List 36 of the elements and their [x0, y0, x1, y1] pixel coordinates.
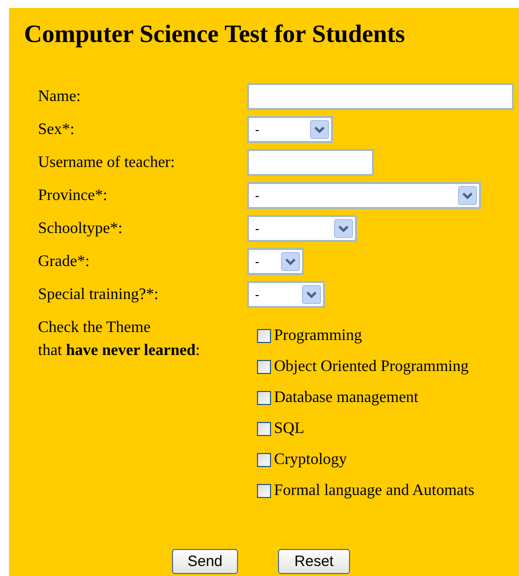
- text-field[interactable]: [247, 149, 374, 176]
- field-label: Special training?*:: [38, 286, 160, 304]
- theme-label: Check the Theme: [38, 318, 152, 338]
- checkbox[interactable]: [257, 360, 271, 374]
- field-label: Sex*:: [38, 120, 76, 138]
- checkbox[interactable]: [257, 329, 271, 343]
- form-button[interactable]: Reset: [278, 549, 350, 574]
- checkbox[interactable]: [257, 453, 271, 467]
- checkbox-label: Cryptology: [274, 450, 347, 470]
- theme-label: that have never learned:: [38, 341, 201, 361]
- dropdown[interactable]: -: [247, 248, 304, 275]
- form-button[interactable]: Send: [172, 549, 238, 574]
- checkbox[interactable]: [257, 422, 271, 436]
- checkbox-label: Formal language and Automats: [274, 481, 474, 501]
- field-label: Grade*:: [38, 252, 91, 270]
- chevron-down-icon: [310, 120, 329, 139]
- form-title: Computer Science Test for Students: [24, 20, 406, 50]
- checkbox[interactable]: [257, 484, 271, 498]
- field-label: Username of teacher:: [38, 154, 176, 172]
- chevron-down-icon: [281, 252, 300, 271]
- checkbox-label: Database management: [274, 388, 418, 408]
- dropdown[interactable]: -: [247, 215, 357, 242]
- field-label: Province*:: [38, 186, 108, 204]
- chevron-down-icon: [458, 186, 477, 205]
- text-field[interactable]: [247, 83, 514, 110]
- field-label: Name:: [38, 88, 82, 106]
- dropdown[interactable]: -: [247, 116, 333, 143]
- field-label: Schooltype*:: [38, 220, 124, 238]
- checkbox-label: SQL: [274, 419, 304, 439]
- checkbox-label: Object Oriented Programming: [274, 357, 469, 377]
- dropdown[interactable]: -: [247, 182, 481, 209]
- chevron-down-icon: [302, 285, 321, 304]
- dropdown[interactable]: -: [247, 281, 325, 308]
- chevron-down-icon: [334, 219, 353, 238]
- checkbox[interactable]: [257, 391, 271, 405]
- checkbox-label: Programming: [274, 326, 362, 346]
